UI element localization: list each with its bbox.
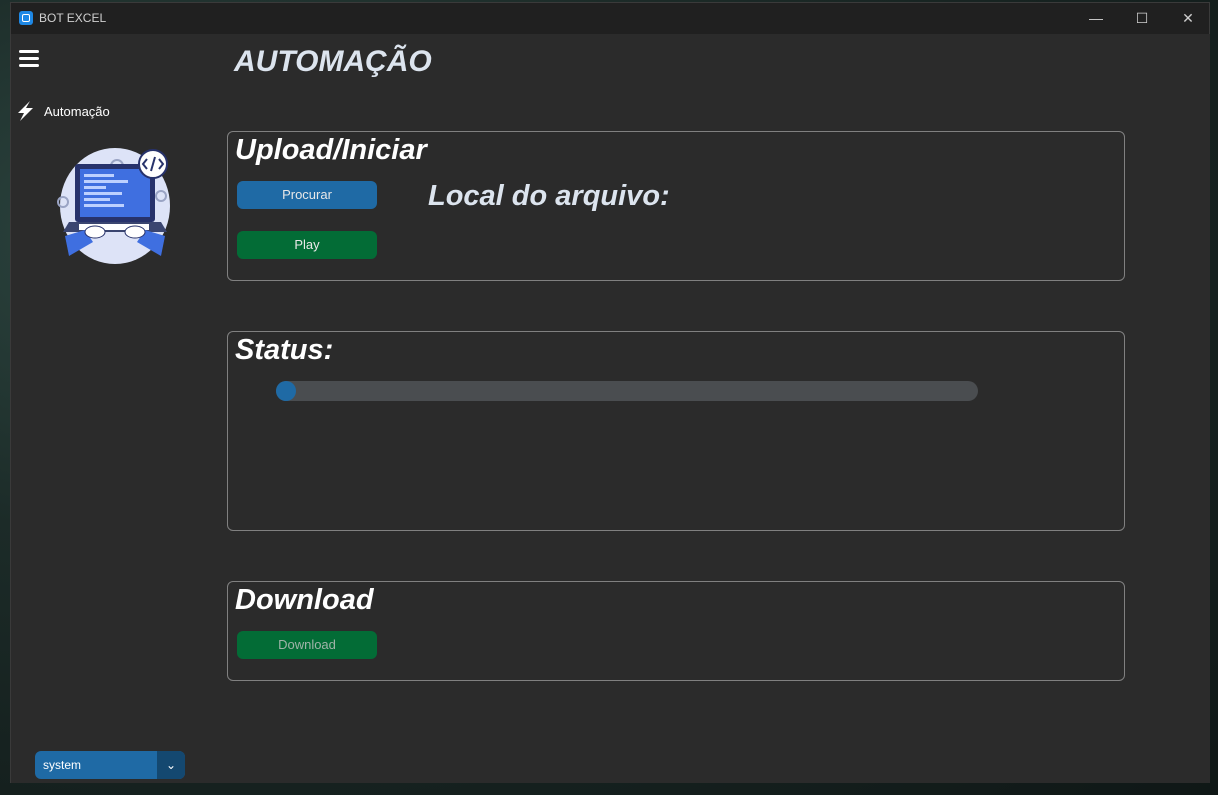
file-location-label: Local do arquivo: (428, 180, 670, 212)
chevron-down-icon[interactable]: ⌄ (157, 751, 185, 779)
app-icon (19, 11, 33, 25)
play-button[interactable]: Play (237, 231, 377, 259)
download-panel: Download Download (227, 581, 1125, 681)
window-title: BOT EXCEL (39, 11, 107, 25)
maximize-button[interactable]: ☐ (1119, 3, 1165, 34)
status-panel-title: Status: (235, 334, 334, 366)
app-window: BOT EXCEL — ☐ ✕ Automação system ⌄ AUTOM… (10, 2, 1210, 783)
sidebar-item-automacao[interactable]: Automação (14, 100, 194, 124)
progress-bar (276, 381, 978, 401)
progress-bar-fill (276, 381, 296, 401)
upload-panel-title: Upload/Iniciar (235, 134, 427, 166)
theme-select-value: system (43, 758, 82, 772)
developer-laptop-illustration (57, 148, 170, 264)
minimize-button[interactable]: — (1073, 3, 1119, 34)
sidebar: Automação system ⌄ (11, 34, 210, 783)
close-button[interactable]: ✕ (1165, 3, 1211, 34)
lightning-bolt-icon (18, 101, 33, 121)
theme-select[interactable]: system ⌄ (35, 751, 185, 779)
main-content: AUTOMAÇÃO Upload/Iniciar Procurar Play L… (210, 34, 1210, 783)
page-title: AUTOMAÇÃO (234, 45, 432, 78)
hamburger-menu-icon[interactable] (19, 50, 39, 68)
browse-button[interactable]: Procurar (237, 181, 377, 209)
upload-panel: Upload/Iniciar Procurar Play Local do ar… (227, 131, 1125, 281)
download-button[interactable]: Download (237, 631, 377, 659)
download-panel-title: Download (235, 584, 374, 616)
title-bar[interactable]: BOT EXCEL — ☐ ✕ (11, 3, 1209, 34)
status-panel: Status: (227, 331, 1125, 531)
sidebar-item-label: Automação (44, 104, 110, 119)
